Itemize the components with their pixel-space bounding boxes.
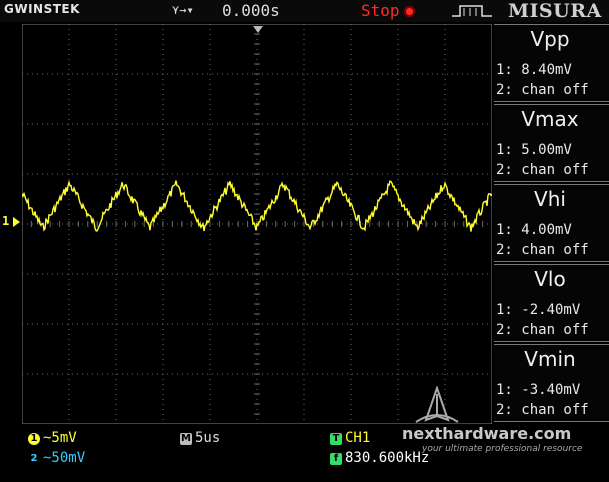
measure-title: Vmax [521,107,579,131]
ch2-scale[interactable]: 2 ~50mV [28,450,86,466]
ch1-scale-value: ~5mV [43,430,77,446]
measure-title: Vhi [534,187,566,211]
brand-logo: GWINSTEK [4,2,80,16]
run-state-label: Stop [361,1,400,20]
ch2-scale-value: ~50mV [43,450,86,466]
measure-title: Vlo [534,267,566,291]
run-state[interactable]: Stop [361,1,415,20]
measure-title: Vmin [524,347,576,371]
measure-ch2-value: 2: chan off [496,242,589,258]
measure-ch2-value: 2: chan off [496,82,589,98]
trigger-edge-icon: ⋎→▾ [172,3,194,17]
waveform-display[interactable] [22,24,492,424]
stop-icon [403,6,415,17]
ch1-scale[interactable]: 1 ~5mV [28,430,77,446]
measure-ch2-value: 2: chan off [496,322,589,338]
ch1-level-arrow-icon [13,217,20,227]
measure-ch1-value: 1: 5.00mV [496,142,572,158]
trigger-source-value: CH1 [345,430,371,446]
measurement-panel: Vpp 1: 8.40mV 2: chan off Vmax 1: 5.00mV… [494,24,609,422]
watermark: nexthardware.com your ultimate professio… [372,386,607,458]
watermark-tagline: your ultimate professional resource [422,444,583,454]
measure-vlo[interactable]: Vlo 1: -2.40mV 2: chan off [494,264,609,342]
watermark-text: nexthardware.com [402,424,572,443]
timebase-badge-icon: M [180,433,192,445]
trigger-pulse-icon [452,5,492,17]
measure-ch1-value: 1: 4.00mV [496,222,572,238]
measure-vpp[interactable]: Vpp 1: 8.40mV 2: chan off [494,24,609,102]
measure-menu-title: MISURA [508,0,602,22]
measure-vhi[interactable]: Vhi 1: 4.00mV 2: chan off [494,184,609,262]
timebase[interactable]: M 5us [180,430,220,446]
timebase-value: 5us [195,430,221,446]
trigger-source[interactable]: T CH1 [330,430,370,446]
ch2-badge-icon: 2 [30,453,38,464]
measure-ch1-value: 1: 8.40mV [496,62,572,78]
measure-title: Vpp [530,27,570,51]
trigger-position: 0.000s [222,1,280,20]
ch1-badge-icon: 1 [28,433,40,445]
trigger-badge-icon: T [330,433,342,445]
status-bar: GWINSTEK ⋎→▾ 0.000s Stop MISURA [0,0,609,22]
frequency-badge-icon: f [330,453,342,465]
measure-ch2-value: 2: chan off [496,162,589,178]
measure-vmax[interactable]: Vmax 1: 5.00mV 2: chan off [494,104,609,182]
measure-ch1-value: 1: -2.40mV [496,302,581,318]
ch1-level-marker[interactable]: 1 [2,214,9,228]
